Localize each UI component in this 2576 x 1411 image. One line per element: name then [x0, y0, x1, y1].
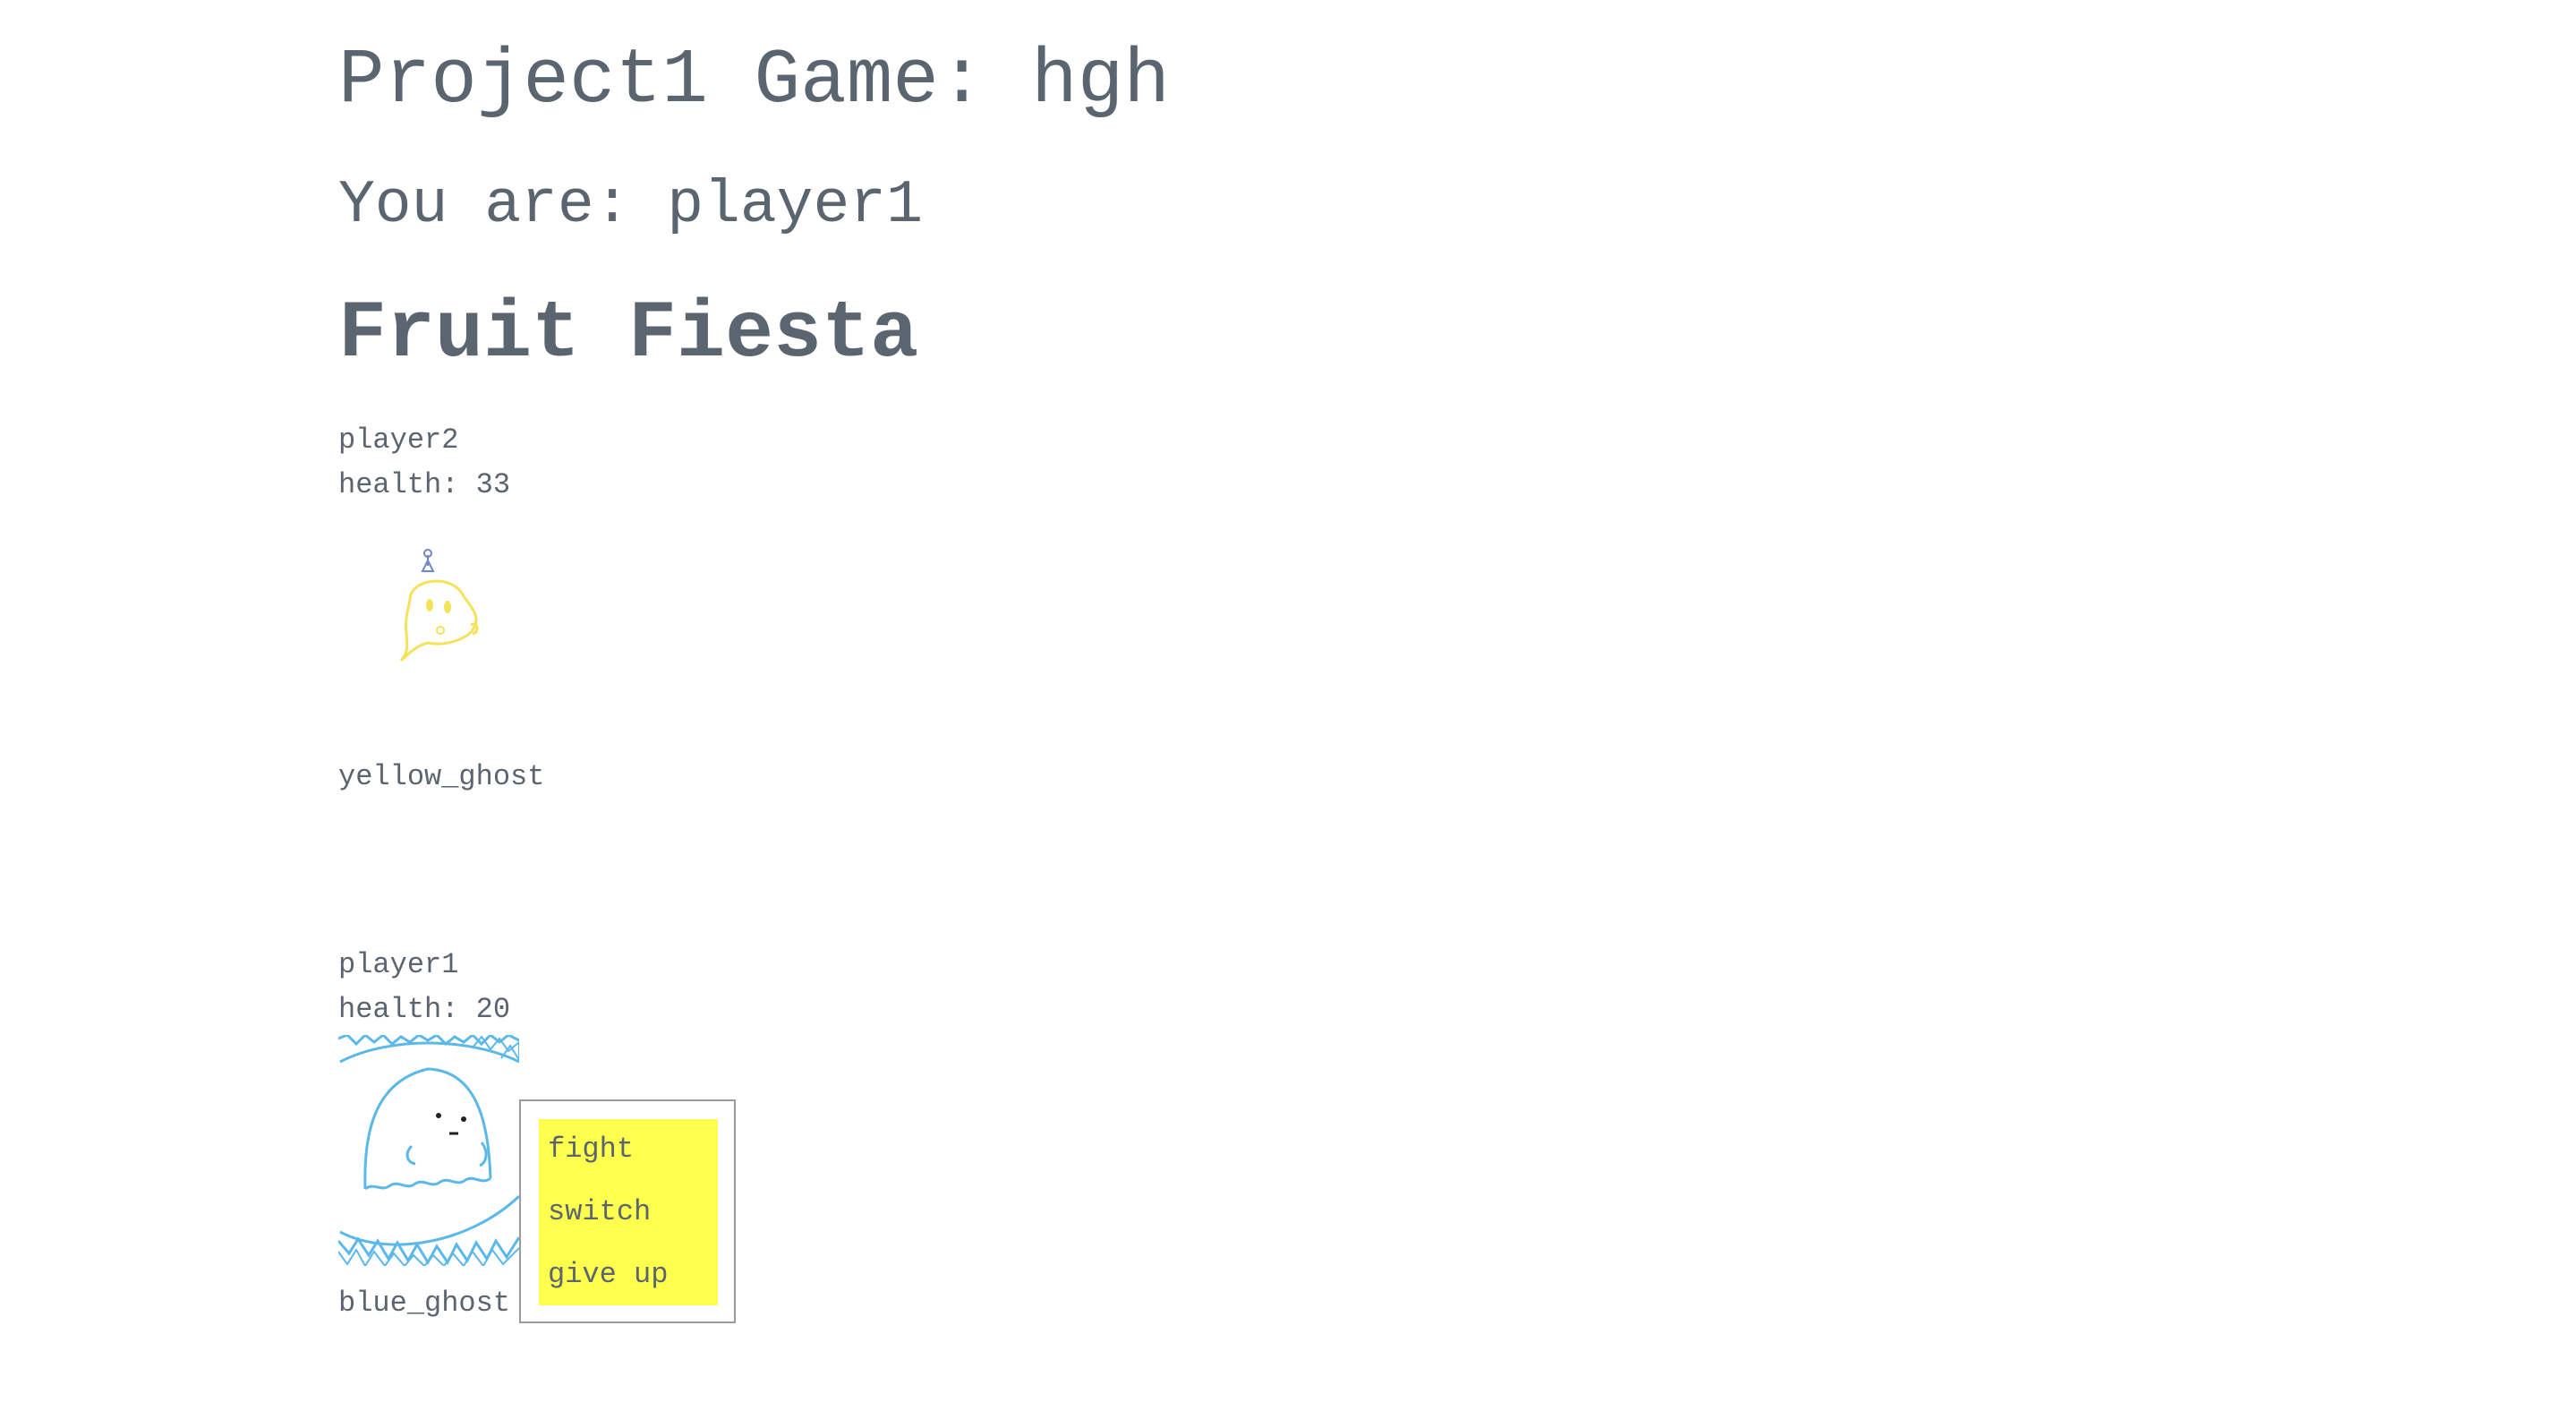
opponent-health: health: 33 [338, 468, 511, 501]
action-menu: fight switch give up [539, 1119, 718, 1305]
switch-button[interactable]: switch [548, 1194, 651, 1230]
give-up-button[interactable]: give up [548, 1257, 668, 1293]
action-menu-frame: fight switch give up [519, 1099, 736, 1323]
blue-ghost-icon [337, 1032, 521, 1268]
player-monster-name: blue_ghost [338, 1287, 511, 1320]
player-health: health: 20 [338, 993, 511, 1026]
player-identity: You are: player1 [338, 171, 923, 240]
yellow-ghost-icon [374, 546, 490, 671]
opponent-name: player2 [338, 423, 459, 457]
player-name: player1 [338, 948, 459, 981]
page-title: Project1 Game: hgh [338, 37, 1170, 124]
fight-button[interactable]: fight [548, 1132, 634, 1167]
opponent-monster-name: yellow_ghost [338, 760, 545, 793]
game-name: Fruit Fiesta [338, 289, 919, 381]
